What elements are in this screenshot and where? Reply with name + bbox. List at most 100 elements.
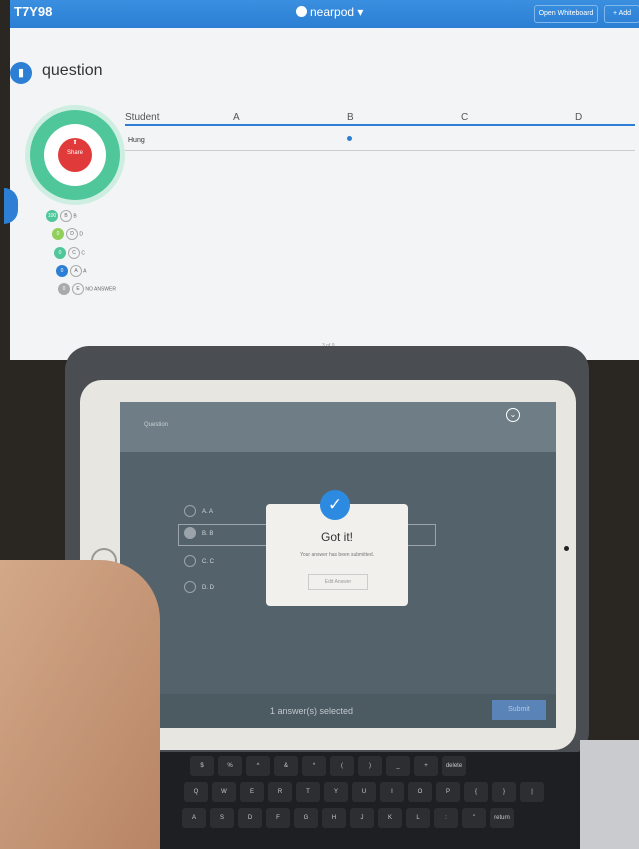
logo-icon bbox=[296, 6, 307, 17]
legend-text: D bbox=[79, 231, 84, 238]
legend-text: B bbox=[73, 213, 77, 220]
header-b: B bbox=[347, 112, 354, 123]
key[interactable]: return bbox=[490, 808, 514, 828]
key[interactable]: U bbox=[352, 782, 376, 802]
key[interactable]: Y bbox=[324, 782, 348, 802]
legend-item: 0A A bbox=[56, 265, 86, 277]
open-whiteboard-button[interactable]: Open Whiteboard bbox=[534, 5, 598, 23]
radio-checked-icon bbox=[184, 527, 196, 540]
chevron-down-icon[interactable]: ⌄ bbox=[506, 408, 520, 422]
key[interactable]: W bbox=[212, 782, 236, 802]
key[interactable]: I bbox=[380, 782, 404, 802]
donut-center: ⬆ Share bbox=[44, 124, 106, 186]
header-a: A bbox=[233, 112, 240, 123]
key[interactable]: D bbox=[238, 808, 262, 828]
hand bbox=[0, 560, 160, 849]
key[interactable]: L bbox=[406, 808, 430, 828]
key[interactable]: T bbox=[296, 782, 320, 802]
key[interactable]: ( bbox=[330, 756, 354, 776]
header-student: Student bbox=[125, 112, 160, 123]
student-name: Hung bbox=[128, 137, 145, 144]
key[interactable]: G bbox=[294, 808, 318, 828]
legend-item: 100 B B bbox=[46, 210, 77, 222]
legend-letter: C bbox=[68, 247, 80, 259]
legend-badge: 100 bbox=[46, 210, 58, 222]
key[interactable]: K bbox=[378, 808, 402, 828]
laptop-side bbox=[580, 740, 639, 849]
legend-text: A bbox=[83, 268, 87, 275]
key[interactable]: J bbox=[350, 808, 374, 828]
laptop-keyboard: $% ^ & *() _ + delete Q W E R T Y U I O P{} | A S D F G H J K L: " r… bbox=[160, 752, 580, 849]
modal-title: Got it! bbox=[320, 530, 353, 544]
key[interactable]: F bbox=[266, 808, 290, 828]
screen-footer: 1 answer(s) selected Submit bbox=[120, 694, 556, 728]
key[interactable]: : bbox=[434, 808, 458, 828]
brand-text: nearpod bbox=[310, 5, 355, 19]
key[interactable]: O bbox=[408, 782, 432, 802]
key[interactable]: _ bbox=[386, 756, 410, 776]
key[interactable]: { bbox=[464, 782, 488, 802]
key[interactable]: P bbox=[436, 782, 460, 802]
legend-letter: B bbox=[60, 210, 72, 222]
key[interactable]: E bbox=[240, 782, 264, 802]
option-c[interactable]: C. C bbox=[184, 554, 214, 570]
option-label: B. B bbox=[202, 531, 214, 537]
check-icon: ✓ bbox=[320, 490, 350, 520]
monitor-screen: T7Y98 nearpod ▾ Open Whiteboard + Add ▮ … bbox=[4, 0, 639, 360]
question-title: question bbox=[42, 62, 103, 79]
legend-letter: A bbox=[70, 265, 82, 277]
modal-message: Your answer has been submitted. bbox=[299, 552, 375, 558]
key[interactable]: ^ bbox=[246, 756, 270, 776]
key[interactable]: S bbox=[210, 808, 234, 828]
key[interactable]: ) bbox=[358, 756, 382, 776]
key[interactable]: | bbox=[520, 782, 544, 802]
option-b[interactable]: B. B bbox=[184, 526, 213, 542]
radio-icon bbox=[184, 581, 196, 594]
legend-item: 0C C bbox=[54, 247, 85, 259]
header-c: C bbox=[461, 112, 469, 123]
option-label: A. A bbox=[202, 509, 214, 515]
key[interactable]: R bbox=[268, 782, 292, 802]
key[interactable]: H bbox=[322, 808, 346, 828]
option-label: D. D bbox=[202, 585, 214, 591]
legend-badge: 0 bbox=[52, 228, 64, 240]
submit-button[interactable]: Submit bbox=[492, 700, 546, 720]
key[interactable]: } bbox=[492, 782, 516, 802]
add-button[interactable]: + Add bbox=[604, 5, 639, 23]
key[interactable]: % bbox=[218, 756, 242, 776]
header-divider bbox=[125, 124, 635, 126]
question-label: Question bbox=[144, 422, 169, 428]
key[interactable]: " bbox=[462, 808, 486, 828]
share-button[interactable]: ⬆ Share bbox=[58, 138, 92, 172]
question-header: Question ⌄ bbox=[120, 402, 556, 452]
option-a[interactable]: A. A bbox=[184, 504, 213, 520]
option-label: C. C bbox=[202, 559, 214, 565]
share-label: Share bbox=[66, 150, 83, 156]
header-d: D bbox=[575, 112, 583, 123]
key[interactable]: * bbox=[302, 756, 326, 776]
answer-dot bbox=[347, 136, 352, 141]
legend-badge: 0 bbox=[58, 283, 70, 295]
key[interactable]: & bbox=[274, 756, 298, 776]
legend-badge: 0 bbox=[54, 247, 66, 259]
legend-item: 0E NO ANSWER bbox=[58, 283, 116, 295]
legend-letter: E bbox=[72, 283, 84, 295]
chart-icon: ▮ bbox=[10, 62, 32, 84]
key[interactable]: $ bbox=[190, 756, 214, 776]
selected-count: 1 answer(s) selected bbox=[270, 706, 354, 716]
key[interactable]: delete bbox=[442, 756, 466, 776]
key[interactable]: A bbox=[182, 808, 206, 828]
legend-badge: 0 bbox=[56, 265, 68, 277]
key[interactable]: Q bbox=[184, 782, 208, 802]
option-d[interactable]: D. D bbox=[184, 580, 214, 596]
tablet-screen: Question ⌄ A. A B. B C. C D. D 1 answer(… bbox=[120, 402, 556, 728]
radio-icon bbox=[184, 555, 196, 568]
key[interactable]: + bbox=[414, 756, 438, 776]
nearpod-top-bar: T7Y98 nearpod ▾ Open Whiteboard + Add bbox=[10, 0, 639, 28]
row-divider bbox=[125, 150, 635, 151]
edit-answer-button[interactable]: Edit Answer bbox=[308, 574, 368, 590]
results-donut-chart: ⬆ Share bbox=[30, 110, 120, 200]
sidebar-toggle[interactable] bbox=[4, 188, 18, 224]
legend-text: C bbox=[81, 250, 86, 257]
session-code: T7Y98 bbox=[14, 4, 53, 19]
